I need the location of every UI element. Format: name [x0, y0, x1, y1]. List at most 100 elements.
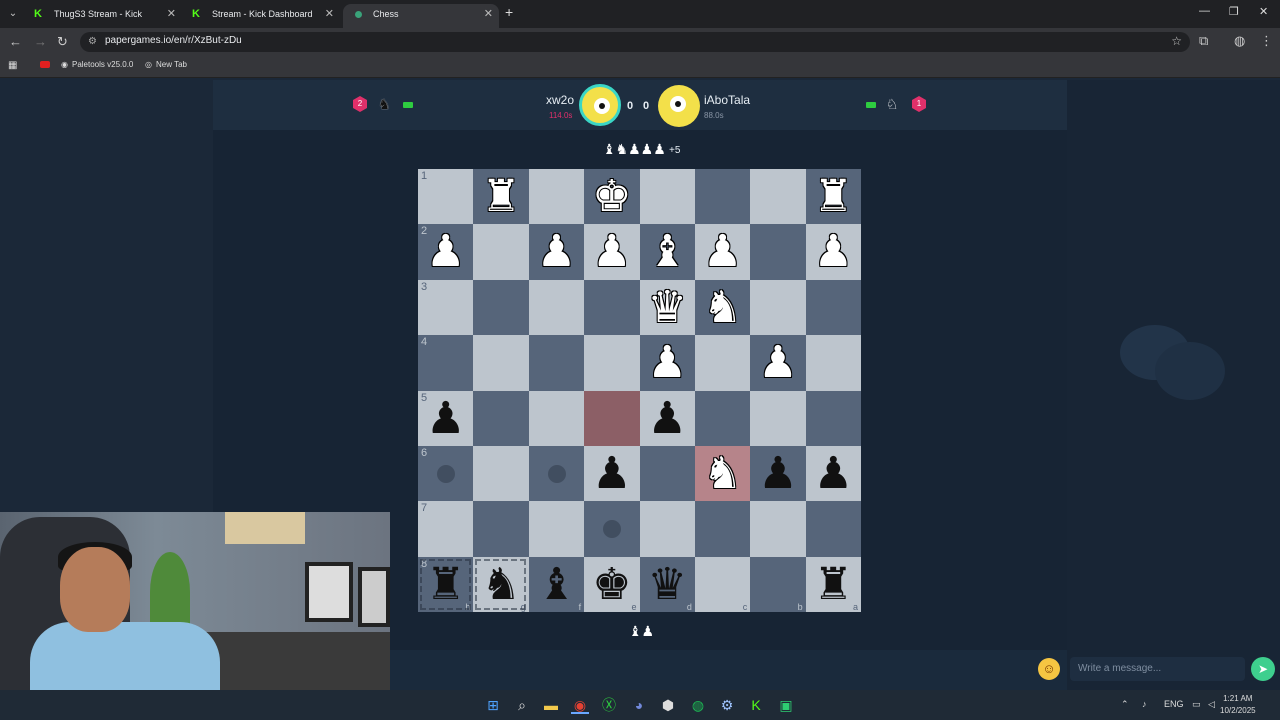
bookmark-paletools[interactable]: ◉ Paletools v25.0.0 [61, 60, 133, 69]
board-square-h5[interactable]: 5 ♟ [418, 390, 474, 446]
board-square-e2[interactable]: ♟ [584, 224, 640, 280]
board-square-g4[interactable] [473, 335, 529, 391]
board-square-f3[interactable] [528, 279, 585, 336]
black-pawn-piece[interactable]: ♟ [584, 446, 639, 501]
board-square-b6[interactable]: ♟ [750, 445, 806, 502]
board-square-g2[interactable] [473, 224, 529, 280]
board-square-e4[interactable] [584, 335, 640, 391]
white-rook-piece[interactable]: ♜ [806, 169, 861, 224]
board-square-b1[interactable] [750, 169, 806, 225]
board-square-c4[interactable] [694, 335, 751, 391]
white-knight-piece[interactable]: ♞ [695, 280, 750, 335]
close-tab-icon[interactable]: ✕ [167, 4, 176, 24]
black-pawn-piece[interactable]: ♟ [806, 446, 861, 501]
board-square-c3[interactable]: ♞ [694, 279, 751, 336]
tab-kick-dashboard-2[interactable]: K Stream - Kick Dashboard ✕ [182, 4, 340, 28]
board-square-g6[interactable] [473, 445, 529, 502]
black-bishop-piece[interactable]: ♝ [529, 557, 584, 612]
minimize-icon[interactable]: — [1199, 5, 1210, 17]
board-square-e5[interactable] [584, 390, 640, 446]
bookmark-youtube[interactable] [40, 60, 58, 69]
board-square-f7[interactable] [528, 501, 585, 557]
white-pawn-piece[interactable]: ♟ [750, 335, 805, 390]
forward-icon[interactable]: → [34, 34, 47, 49]
file-explorer-icon[interactable]: ▬ [542, 696, 560, 714]
white-pawn-piece[interactable]: ♟ [529, 224, 584, 279]
board-square-h4[interactable]: 4 [418, 335, 474, 391]
board-square-h2[interactable]: 2 ♟ [418, 224, 474, 280]
board-square-f4[interactable] [528, 335, 585, 391]
discord-icon[interactable]: ◕ [630, 696, 648, 714]
apps-grid-icon[interactable]: ▦ [8, 60, 17, 71]
black-rook-piece[interactable]: ♜ [806, 557, 861, 612]
board-square-a5[interactable] [805, 390, 862, 446]
omnibox[interactable]: ⚙ papergames.io/en/r/XzBut-zDu ☆ [80, 32, 1190, 52]
steam-icon[interactable]: ⚙ [718, 696, 736, 714]
white-pawn-piece[interactable]: ♟ [418, 224, 473, 279]
mic-icon[interactable]: ♪ [1142, 699, 1147, 709]
profile-icon[interactable]: ◍ [1234, 33, 1245, 49]
language-indicator[interactable]: ENG [1164, 699, 1184, 709]
board-square-h1[interactable]: 1 [418, 169, 474, 225]
game-app-icon[interactable]: ▣ [777, 696, 795, 714]
legal-move-dot[interactable] [547, 464, 566, 483]
board-square-c5[interactable] [694, 390, 751, 446]
kick-app-icon[interactable]: K [747, 696, 765, 714]
board-square-d1[interactable] [639, 169, 695, 225]
white-queen-piece[interactable]: ♛ [640, 280, 695, 335]
board-square-c6[interactable]: ♞ [694, 445, 751, 502]
board-square-f8[interactable]: f ♝ [528, 556, 585, 613]
white-pawn-piece[interactable]: ♟ [584, 224, 639, 279]
black-king-piece[interactable]: ♚ [584, 557, 639, 612]
spotify-icon[interactable]: ◍ [689, 696, 707, 714]
board-square-b3[interactable] [750, 279, 806, 336]
board-square-d3[interactable]: ♛ [639, 279, 695, 336]
board-square-a2[interactable]: ♟ [805, 224, 862, 280]
board-square-g3[interactable] [473, 279, 529, 336]
white-bishop-piece[interactable]: ♝ [640, 224, 695, 279]
close-tab-icon[interactable]: ✕ [325, 4, 334, 24]
new-tab-icon[interactable]: + [505, 4, 513, 20]
xbox-icon[interactable]: Ⓧ [600, 696, 618, 714]
chrome-icon[interactable]: ◉ [571, 696, 589, 714]
board-square-h8[interactable]: 8 h ♜ [418, 556, 474, 613]
emoji-icon[interactable]: ☺ [1038, 658, 1060, 680]
legal-move-dot[interactable] [437, 464, 455, 483]
board-square-a8[interactable]: a ♜ [805, 556, 862, 613]
volume-icon[interactable]: ◁ [1208, 699, 1215, 710]
board-square-g5[interactable] [473, 390, 529, 446]
network-icon[interactable]: ▭ [1192, 699, 1201, 710]
url-text[interactable]: papergames.io/en/r/XzBut-zDu [105, 35, 242, 46]
board-square-e1[interactable]: ♚ [584, 169, 640, 225]
send-message-icon[interactable]: ➤ [1251, 657, 1275, 681]
site-info-icon[interactable]: ⚙ [88, 36, 97, 47]
black-pawn-piece[interactable]: ♟ [418, 391, 473, 446]
board-square-g1[interactable]: ♜ [473, 169, 529, 225]
obs-icon[interactable]: ⬢ [659, 696, 677, 714]
white-rook-piece[interactable]: ♜ [473, 169, 528, 224]
board-square-a1[interactable]: ♜ [805, 169, 862, 225]
board-square-d2[interactable]: ♝ [639, 224, 695, 280]
black-pawn-piece[interactable]: ♟ [750, 446, 805, 501]
tray-chevron-icon[interactable]: ⌃ [1121, 699, 1129, 710]
board-square-d4[interactable]: ♟ [639, 335, 695, 391]
restore-icon[interactable]: ❐ [1229, 5, 1239, 18]
board-square-d7[interactable] [639, 501, 695, 557]
white-king-piece[interactable]: ♚ [584, 169, 639, 224]
black-queen-piece[interactable]: ♛ [640, 557, 695, 612]
white-pawn-piece[interactable]: ♟ [695, 224, 750, 279]
close-tab-icon[interactable]: ✕ [484, 4, 493, 24]
board-square-f2[interactable]: ♟ [528, 224, 585, 280]
board-square-h3[interactable]: 3 [418, 279, 474, 336]
tab-kick-dashboard-1[interactable]: K ThugS3 Stream - Kick Dashboar ✕ [24, 4, 182, 39]
chat-message-input[interactable]: Write a message... [1070, 657, 1245, 681]
bookmark-new-tab[interactable]: ◎ New Tab [145, 60, 187, 69]
legal-move-dot[interactable] [603, 520, 622, 539]
bookmark-star-icon[interactable]: ☆ [1171, 34, 1182, 48]
system-clock[interactable]: 1:21 AM 10/2/2025 [1220, 693, 1256, 717]
board-square-d6[interactable] [639, 445, 695, 502]
board-square-a4[interactable] [805, 335, 862, 391]
board-square-c2[interactable]: ♟ [694, 224, 751, 280]
tab-chess[interactable]: Chess ✕ [343, 4, 499, 28]
board-square-f1[interactable] [528, 169, 585, 225]
